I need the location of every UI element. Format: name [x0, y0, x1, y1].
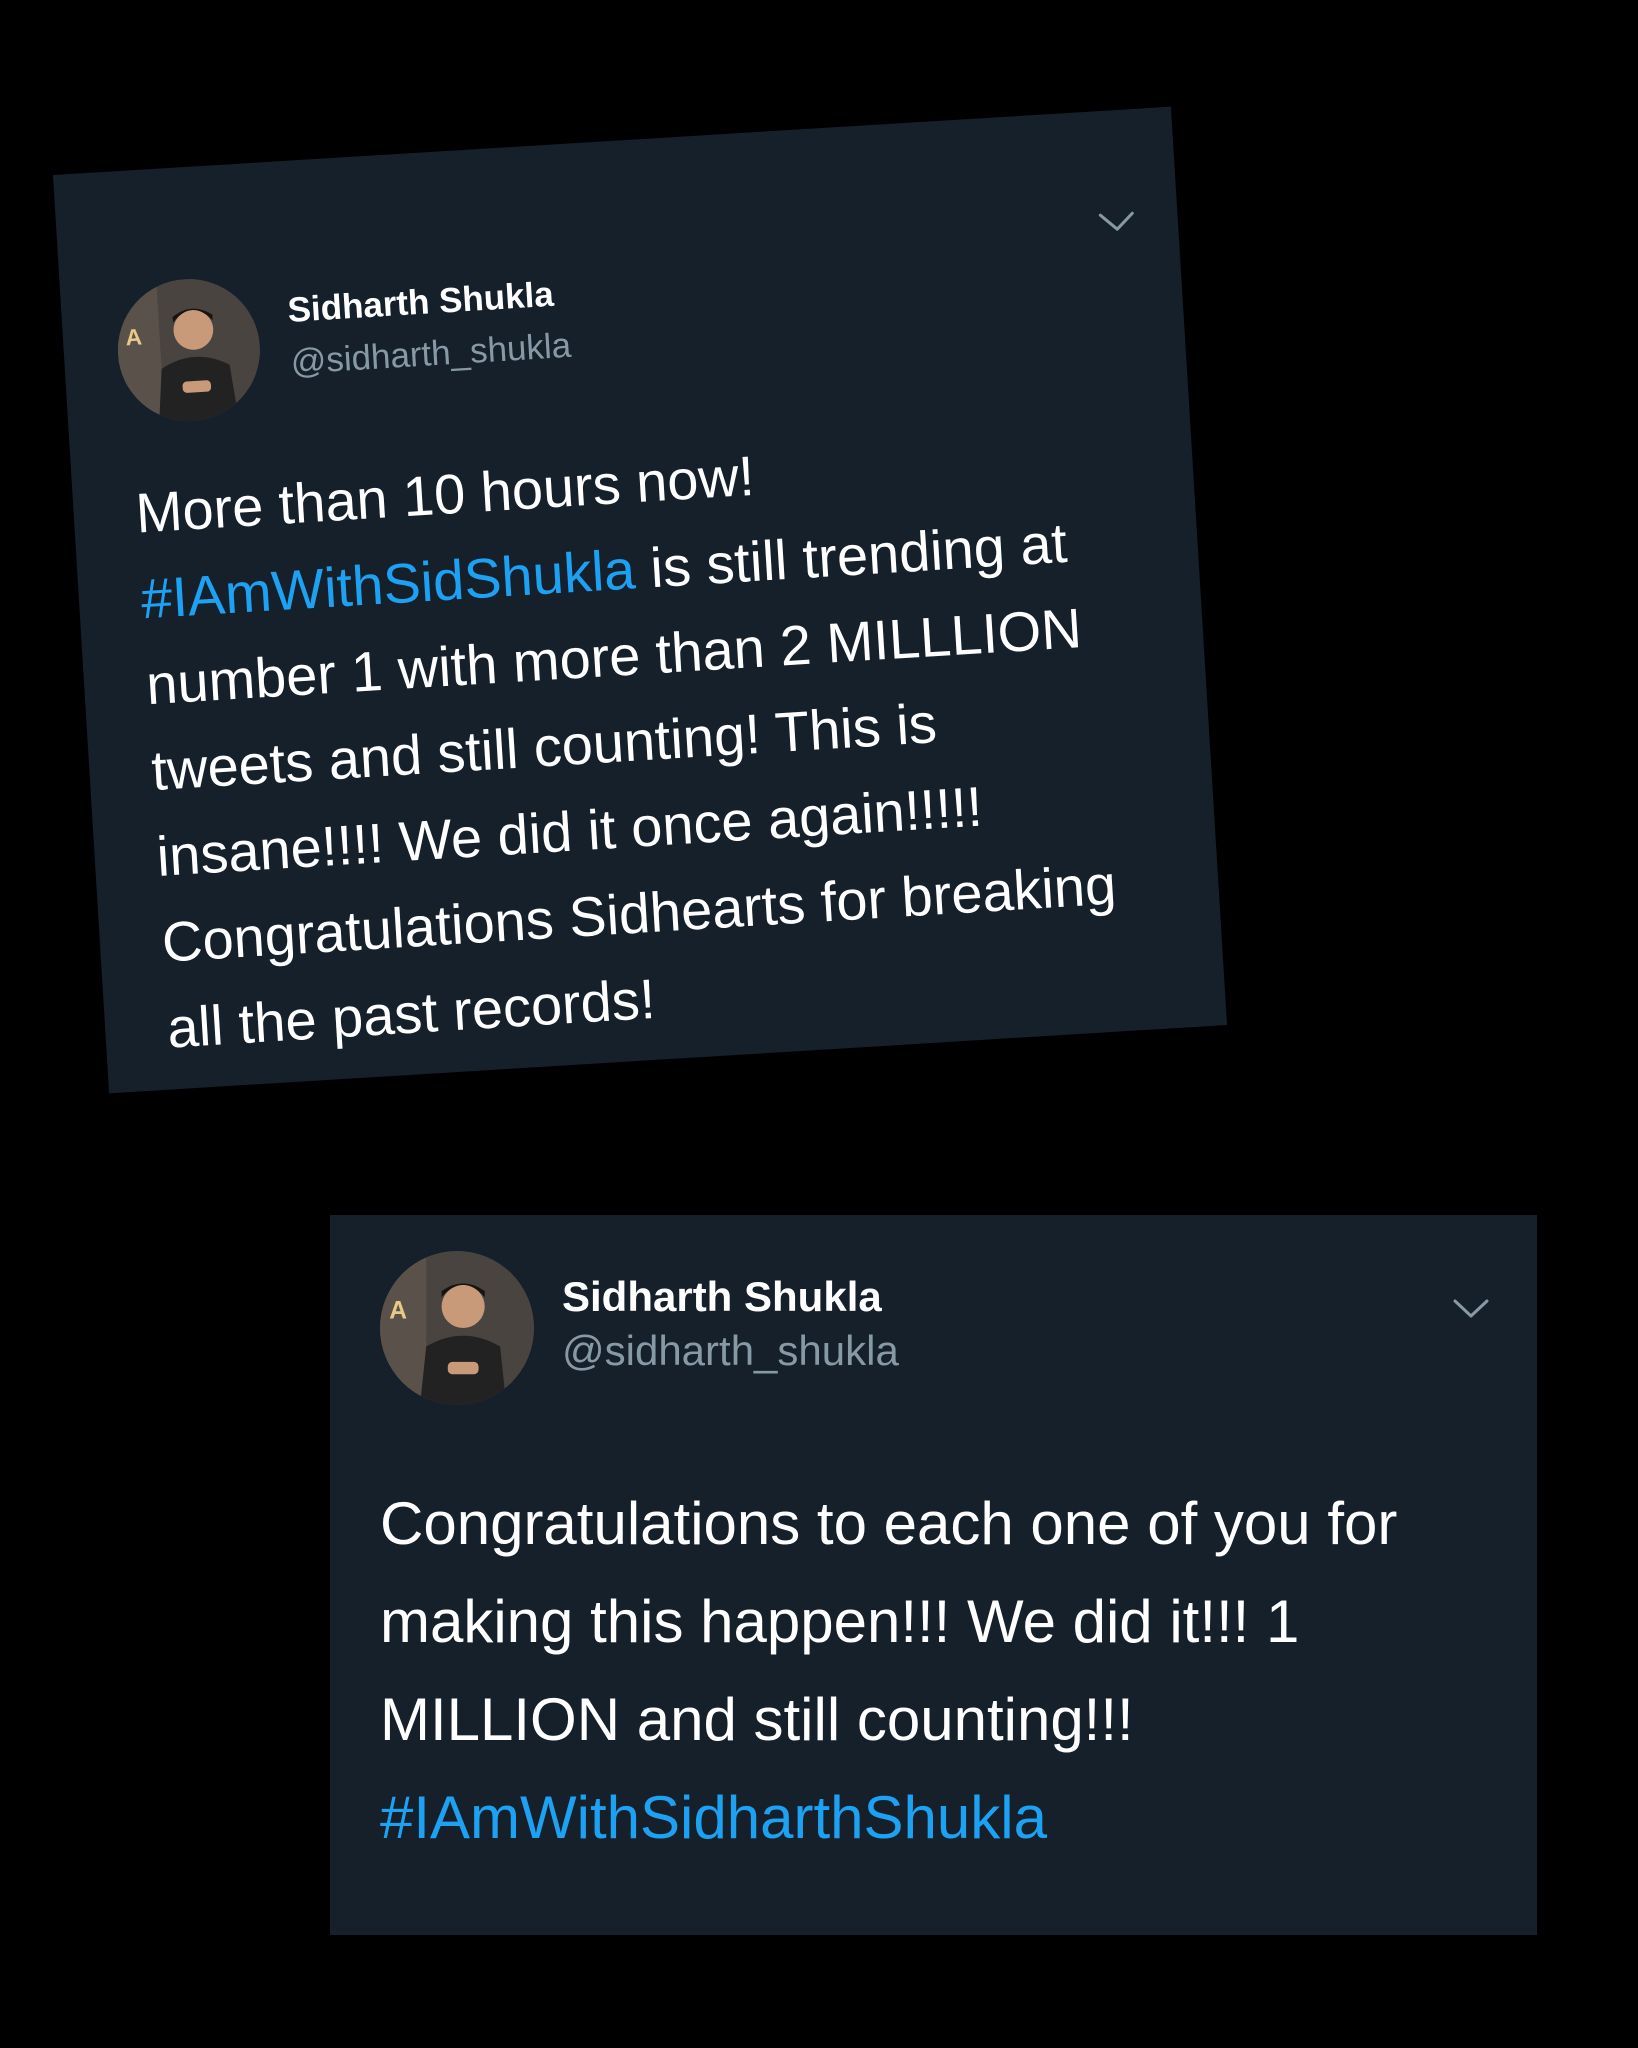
chevron-down-icon[interactable] — [1452, 1297, 1490, 1321]
hashtag-link[interactable]: #IAmWithSidharthShukla — [380, 1784, 1047, 1851]
profile-photo-icon: A — [113, 274, 265, 426]
tweet-text: Congratulations to each one of you for m… — [380, 1475, 1520, 1867]
author-handle[interactable]: @sidharth_shukla — [562, 1327, 899, 1375]
tweet-text-intro: More than 10 hours now! — [133, 443, 757, 545]
chevron-down-icon[interactable] — [1097, 209, 1136, 235]
avatar[interactable]: A — [113, 274, 265, 426]
author-name[interactable]: Sidharth Shukla — [562, 1273, 882, 1321]
author-handle[interactable]: @sidharth_shukla — [290, 326, 573, 383]
tweet-text-main: Congratulations to each one of you for m… — [380, 1490, 1398, 1753]
avatar[interactable]: A — [380, 1251, 534, 1405]
hashtag-link[interactable]: #IAmWithSidShukla — [139, 537, 637, 630]
tweet-card[interactable]: A Sidharth Shukla @sidharth_shukla More … — [52, 106, 1228, 1094]
tweet-text: More than 10 hours now! #IAmWithSidShukla… — [133, 408, 1188, 1071]
profile-photo-icon: A — [380, 1251, 534, 1405]
screenshot-canvas: A Sidharth Shukla @sidharth_shukla More … — [0, 0, 1638, 2048]
svg-text:A: A — [389, 1298, 407, 1325]
svg-text:A: A — [125, 323, 143, 350]
author-name[interactable]: Sidharth Shukla — [286, 275, 554, 331]
tweet-card[interactable]: A Sidharth Shukla @sidharth_shukla Congr… — [330, 1215, 1537, 1935]
